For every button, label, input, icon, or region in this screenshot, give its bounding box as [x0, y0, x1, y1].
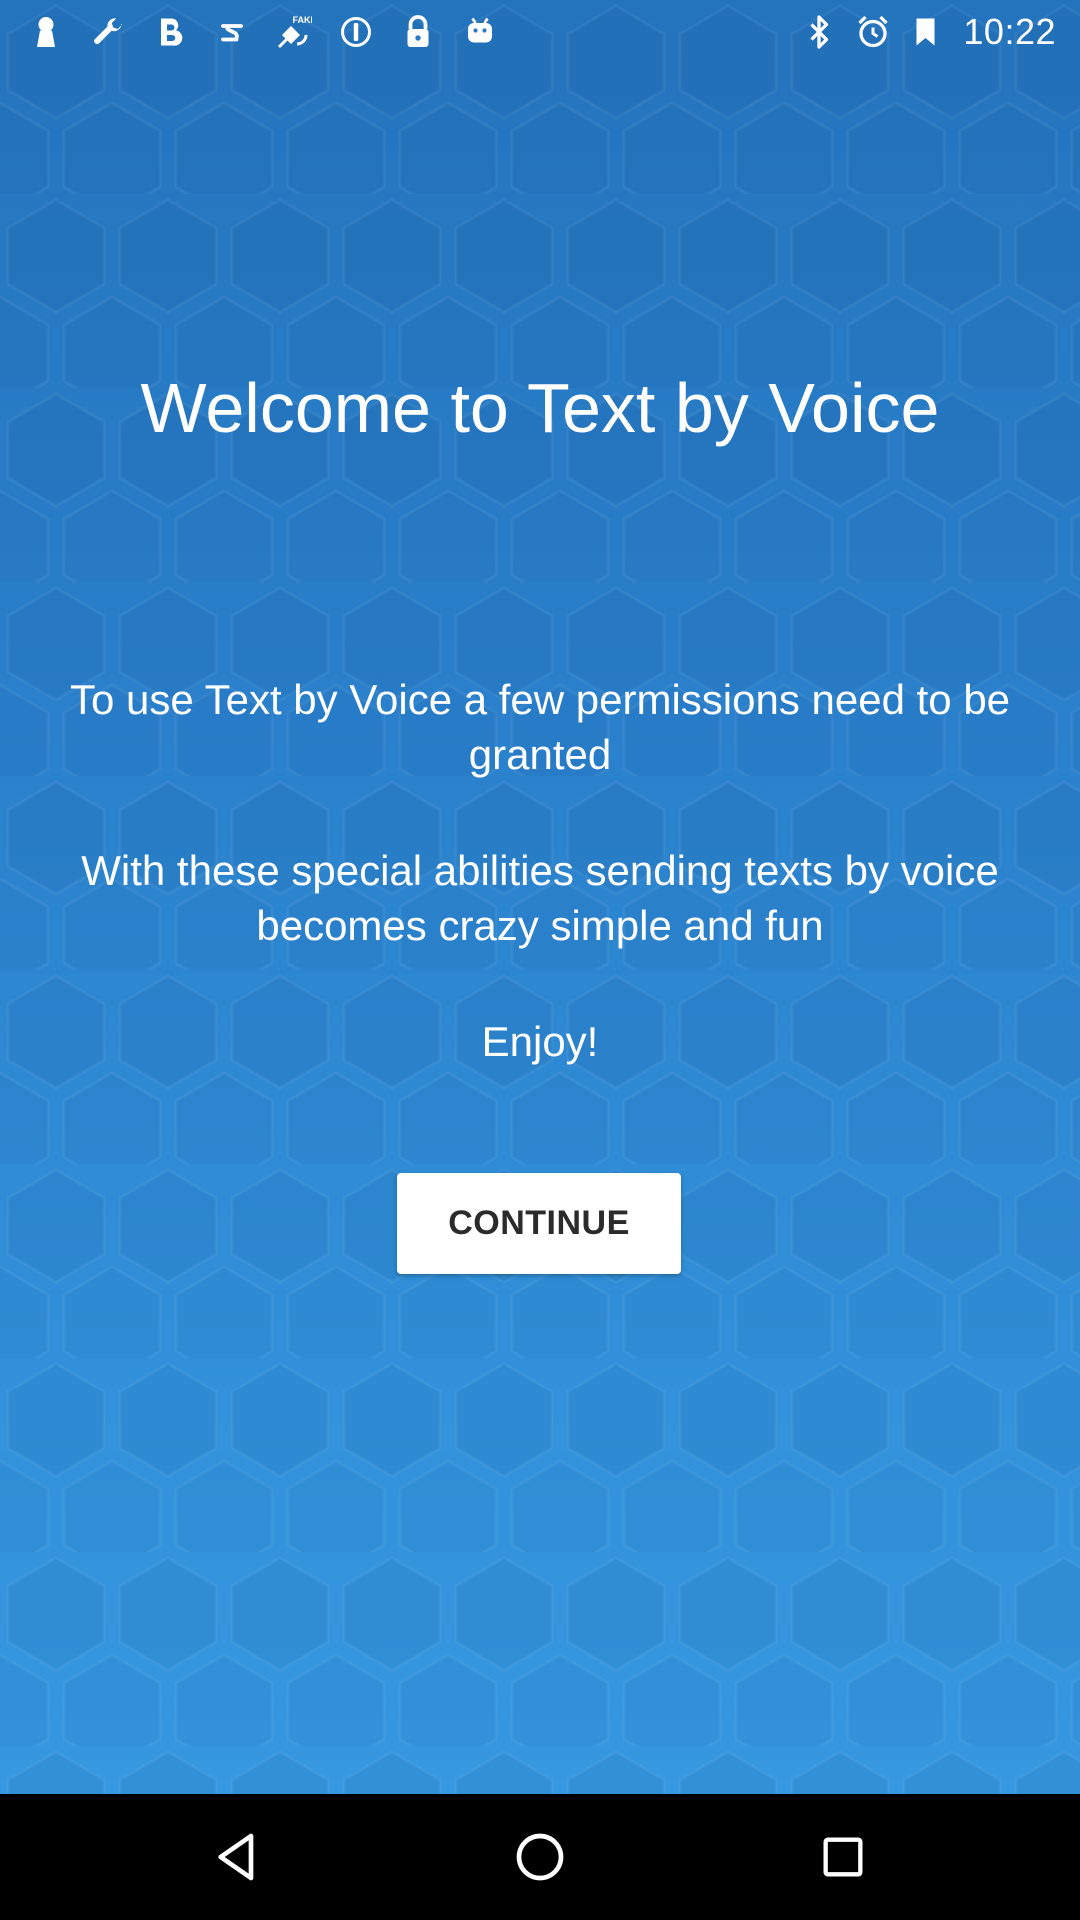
- status-bar-system: 10:22: [801, 0, 1056, 63]
- lock-icon: [400, 12, 436, 52]
- home-icon[interactable]: [505, 1822, 575, 1892]
- svg-text:FAKE: FAKE: [293, 15, 313, 25]
- bold-b-icon: [152, 12, 188, 52]
- android-robot-icon: [462, 12, 498, 52]
- status-time: 10:22: [963, 10, 1056, 52]
- fake-gps-satellite-icon: FAKE: [276, 12, 312, 52]
- back-icon[interactable]: [202, 1822, 272, 1892]
- signal-icon: [909, 12, 945, 52]
- welcome-screen: FAKE: [0, 0, 1080, 1794]
- screen: FAKE: [0, 0, 1080, 1920]
- alarm-icon: [855, 12, 891, 52]
- welcome-title: Welcome to Text by Voice: [140, 369, 940, 447]
- recents-icon[interactable]: [808, 1822, 878, 1892]
- abilities-text: With these special abilities sending tex…: [81, 847, 999, 949]
- navigation-bar: [0, 1794, 1080, 1920]
- continue-button[interactable]: CONTINUE: [397, 1173, 681, 1274]
- info-circle-icon: [338, 12, 374, 52]
- status-bar-notifications: FAKE: [28, 0, 498, 63]
- wrench-icon: [90, 12, 126, 52]
- permissions-text: To use Text by Voice a few permissions n…: [69, 676, 1011, 778]
- status-bar: FAKE: [0, 0, 1080, 63]
- continue-button-label: CONTINUE: [448, 1204, 630, 1242]
- bluetooth-icon: [801, 12, 837, 52]
- s-swirl-icon: [214, 12, 250, 52]
- keyhole-icon: [28, 12, 64, 52]
- enjoy-text: Enjoy!: [481, 1018, 599, 1065]
